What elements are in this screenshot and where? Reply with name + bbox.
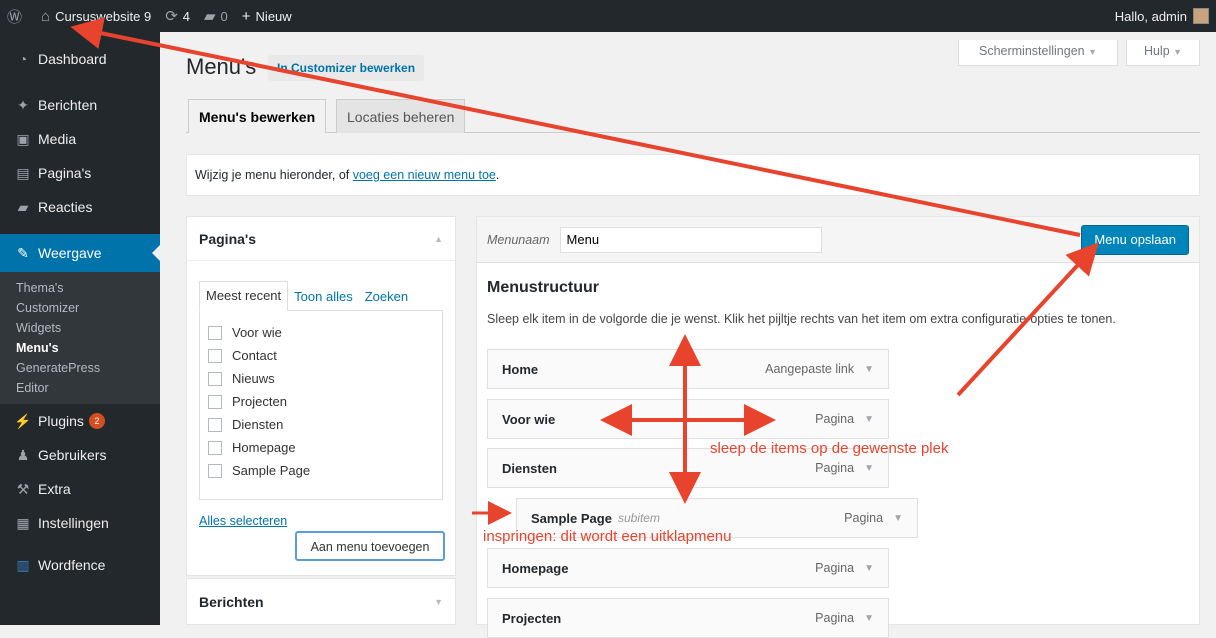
page-label: Voor wie: [232, 325, 282, 340]
list-item[interactable]: Contact: [208, 344, 434, 367]
list-item[interactable]: Homepage: [208, 436, 434, 459]
page-label: Nieuws: [232, 371, 275, 386]
checkbox[interactable]: [208, 325, 222, 340]
page-label: Projecten: [232, 394, 287, 409]
annotation-drag: sleep de items op de gewenste plek: [710, 440, 949, 457]
arrow-to-site-link: [70, 17, 1081, 237]
list-item[interactable]: Nieuws: [208, 367, 434, 390]
list-item[interactable]: Projecten: [208, 390, 434, 413]
annotation-indent: inspringen: dit wordt een uitklapmenu: [483, 528, 732, 545]
page-label: Contact: [232, 348, 277, 363]
checkbox[interactable]: [208, 417, 222, 432]
arrow-to-save-button: [956, 242, 1099, 397]
list-item[interactable]: Voor wie: [208, 321, 434, 344]
page-label: Diensten: [232, 417, 284, 432]
list-item[interactable]: Diensten: [208, 413, 434, 436]
checkbox[interactable]: [208, 371, 222, 386]
page-label: Homepage: [232, 440, 296, 455]
checkbox[interactable]: [208, 463, 222, 478]
checkbox[interactable]: [208, 348, 222, 363]
page-label: Sample Page: [232, 463, 311, 478]
list-item[interactable]: Sample Page: [208, 459, 434, 482]
tab-meest-recent[interactable]: Meest recent: [199, 281, 289, 311]
checkbox[interactable]: [208, 440, 222, 455]
checkbox[interactable]: [208, 394, 222, 409]
pages-tabs-panel: Meest recent Toon alles Zoeken Voor wie …: [199, 281, 443, 501]
pages-list: Voor wie Contact Nieuws Projecten Dienst…: [199, 310, 443, 500]
